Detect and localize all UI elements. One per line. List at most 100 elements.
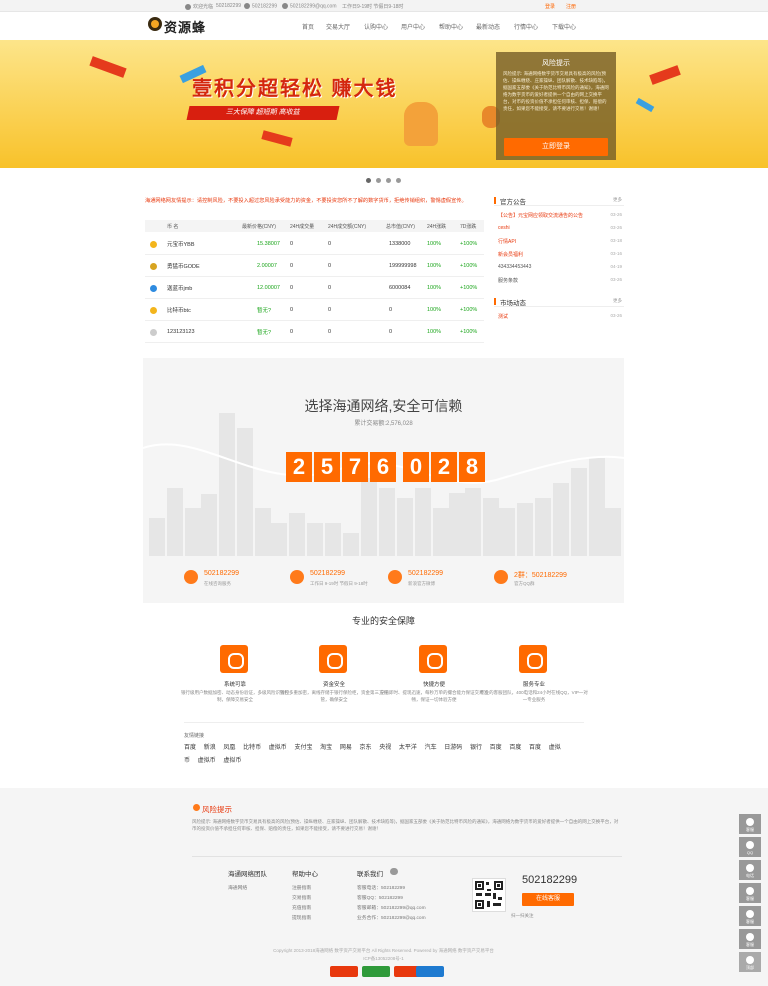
- weibo-icon[interactable]: [390, 868, 398, 875]
- carousel-dot[interactable]: [396, 178, 401, 183]
- friend-link[interactable]: 央视: [379, 745, 391, 751]
- friend-link[interactable]: 百度: [529, 745, 541, 751]
- float-phone-button[interactable]: 电话: [739, 860, 761, 880]
- footer-link[interactable]: 海通网络: [228, 884, 247, 891]
- announcement-item[interactable]: 新会员福利 03-16: [498, 251, 624, 260]
- nav-home[interactable]: 首页: [302, 22, 314, 31]
- float-support-button[interactable]: 客服: [739, 906, 761, 926]
- coin-price: 暂无?: [257, 329, 272, 336]
- friend-link[interactable]: 百度: [184, 745, 196, 751]
- float-arrow-up-button[interactable]: 顶部: [739, 952, 761, 972]
- skyline-building: [397, 498, 413, 556]
- welcome: 欢迎光临: [185, 3, 213, 10]
- trust-badge[interactable]: [416, 966, 444, 977]
- friend-link[interactable]: 网易: [340, 745, 352, 751]
- logo-text[interactable]: 资源蜂: [164, 17, 206, 36]
- friend-link[interactable]: 汽车: [425, 745, 437, 751]
- skyline-building: [465, 488, 481, 556]
- counter-digit: 5: [314, 452, 340, 482]
- carousel-dot[interactable]: [386, 178, 391, 183]
- announcements-more-link[interactable]: 更多: [613, 197, 622, 203]
- friend-link[interactable]: 京东: [360, 745, 372, 751]
- skyline-building: [343, 533, 359, 556]
- float-service-button[interactable]: 客服: [739, 814, 761, 834]
- announcement-item[interactable]: 服务条款 03-26: [498, 277, 624, 286]
- topbar-phone-2-text: 502182299: [252, 3, 278, 10]
- contact-qq[interactable]: 502182299 在线咨询服务: [184, 568, 294, 592]
- confetti-shape: [635, 97, 655, 113]
- login-link[interactable]: 登录: [545, 3, 555, 10]
- col-cap: 总市值(CNY): [386, 223, 415, 230]
- nav-news[interactable]: 最新动态: [476, 22, 500, 31]
- footer-link[interactable]: 注册指南: [292, 884, 311, 891]
- float-support-button[interactable]: 客服: [739, 929, 761, 949]
- friend-link[interactable]: 银行: [470, 745, 482, 751]
- announcement-text: 434334453443: [498, 264, 532, 270]
- nav-user-center[interactable]: 用户中心: [401, 22, 425, 31]
- coin-name[interactable]: 勇猛币GODE: [167, 255, 200, 276]
- carousel-dot[interactable]: [366, 178, 371, 183]
- coin-name[interactable]: 123123123: [167, 321, 195, 342]
- register-link[interactable]: 注册: [566, 3, 576, 10]
- friend-link[interactable]: 虚拟币: [198, 758, 216, 764]
- nav-trade-hall[interactable]: 交易大厅: [326, 22, 350, 31]
- skyline-building: [185, 508, 201, 556]
- friend-link[interactable]: 虚拟币: [269, 745, 287, 751]
- float-support-button[interactable]: 客服: [739, 883, 761, 903]
- online-service-button[interactable]: 在线客服: [522, 893, 574, 906]
- announcement-item[interactable]: ceshi 03-26: [498, 225, 624, 234]
- footer-link[interactable]: 充值指南: [292, 904, 311, 911]
- market-row[interactable]: 123123123 暂无? 0 0 0 100% +100%: [145, 321, 484, 343]
- trust-badge[interactable]: [362, 966, 390, 977]
- friend-link[interactable]: 新浪: [204, 745, 216, 751]
- nav-help-center[interactable]: 帮助中心: [439, 22, 463, 31]
- qq-icon: [184, 570, 198, 584]
- skyline-building: [415, 488, 431, 556]
- friend-link[interactable]: 虚拟币: [223, 758, 241, 764]
- hero-banner[interactable]: [0, 40, 768, 168]
- market-row[interactable]: 勇猛币GODE 2.00007 0 0 199999998 100% +100%: [145, 255, 484, 277]
- announcement-item[interactable]: 【公告】元宝网应领取交流通告的公告 03-26: [498, 212, 624, 221]
- col-coin: 币 名: [167, 223, 179, 230]
- friend-link[interactable]: 百度: [490, 745, 502, 751]
- coin-name[interactable]: 比特币btc: [167, 299, 191, 320]
- coin-24h: 100%: [427, 284, 442, 291]
- friend-link[interactable]: 日游码: [444, 745, 462, 751]
- friend-link[interactable]: 太平洋: [399, 745, 417, 751]
- market-row[interactable]: 元宝币YBB 15.38007 0 0 1338000 100% +100%: [145, 233, 484, 255]
- friend-link[interactable]: 凤凰: [223, 745, 235, 751]
- coin-name[interactable]: 迦蓝币jmb: [167, 277, 192, 298]
- skyline-building: [499, 508, 515, 556]
- coin-icon: [150, 241, 157, 248]
- market-news-more-link[interactable]: 更多: [613, 298, 622, 304]
- carousel-dot[interactable]: [376, 178, 381, 183]
- trust-badge[interactable]: [330, 966, 358, 977]
- float-chat-button[interactable]: QQ: [739, 837, 761, 857]
- counter-digit: 2: [431, 452, 457, 482]
- coin-volume: 0: [290, 262, 294, 269]
- market-row[interactable]: 比特币btc 暂无? 0 0 0 100% +100%: [145, 299, 484, 321]
- friend-link[interactable]: 百度: [509, 745, 521, 751]
- friend-link[interactable]: 淘宝: [320, 745, 332, 751]
- footer-link[interactable]: 交易指南: [292, 894, 311, 901]
- coin-cap: 6000084: [389, 284, 411, 291]
- contact-qq-group[interactable]: 2群：502182299 官方QQ群: [494, 568, 604, 592]
- nav-market[interactable]: 行情中心: [514, 22, 538, 31]
- announcement-item[interactable]: 434334453443 04-19: [498, 264, 624, 273]
- mail-icon: [282, 3, 288, 9]
- friend-link[interactable]: 支付宝: [294, 745, 312, 751]
- announcement-item[interactable]: 行情API 03-18: [498, 238, 624, 247]
- announcement-date: 03-18: [610, 238, 622, 243]
- login-now-button[interactable]: 立即登录: [504, 138, 608, 156]
- contact-phone[interactable]: 502182299 工作日 9-19时 节假日 9-18时: [290, 568, 400, 592]
- market-row[interactable]: 迦蓝币jmb 12.00007 0 0 6000084 100% +100%: [145, 277, 484, 299]
- nav-subscription[interactable]: 认购中心: [364, 22, 388, 31]
- contact-weibo[interactable]: 502182299 新浪官方微博: [388, 568, 498, 592]
- coin-name[interactable]: 元宝币YBB: [167, 233, 195, 254]
- nav-download[interactable]: 下载中心: [552, 22, 576, 31]
- support-icon: [746, 910, 754, 918]
- friend-link[interactable]: 比特币: [243, 745, 261, 751]
- news-item[interactable]: 测试 03-26: [498, 313, 624, 322]
- logo-icon[interactable]: [148, 17, 162, 31]
- footer-link[interactable]: 提现指南: [292, 914, 311, 921]
